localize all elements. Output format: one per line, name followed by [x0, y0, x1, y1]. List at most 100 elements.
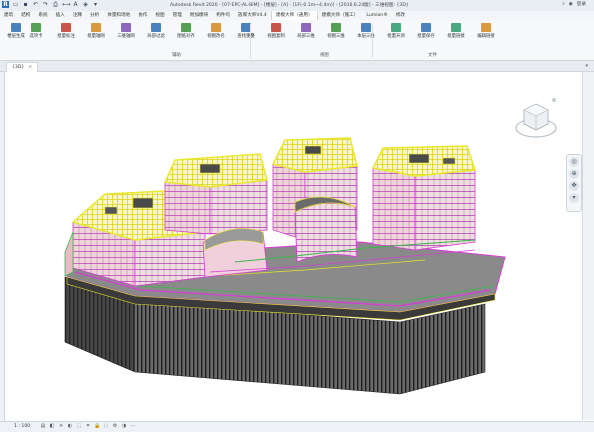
text-icon[interactable]: A — [72, 1, 79, 8]
ribbon-button-label: 图纸对齐 — [177, 34, 195, 39]
tab-3[interactable]: 插入 — [52, 11, 69, 20]
batch-save-button[interactable]: 批量保存 — [412, 23, 440, 45]
tab-16[interactable]: 修改 — [392, 11, 409, 20]
ribbon-button-label: 局部过滤 — [147, 34, 165, 39]
tab-11[interactable]: 构件坞 — [212, 11, 234, 20]
zoom-icon[interactable]: ⊕ — [569, 169, 579, 179]
tab-15[interactable]: Lumion® — [362, 11, 391, 20]
building-a-podium — [64, 231, 74, 277]
sheet-align-button[interactable]: 图纸对齐 — [172, 23, 200, 45]
undo-icon[interactable]: ↶ — [32, 1, 39, 8]
partial-3d-button[interactable]: 局部三维 — [292, 23, 320, 45]
user-icon[interactable]: ◉ — [569, 2, 573, 7]
lock-icon[interactable]: 🔒 — [94, 423, 100, 430]
close-icon[interactable]: × — [28, 65, 32, 70]
search-icon[interactable]: ⌕ — [562, 1, 565, 7]
batch-save-icon — [421, 23, 431, 32]
visual-style-icon[interactable]: ◧ — [49, 423, 55, 430]
viewcube[interactable] — [514, 98, 558, 144]
building-d-roof-equipment — [408, 153, 430, 164]
view-tab-3d[interactable]: {3D} × — [6, 62, 39, 72]
ribbon-button-label: 视图复制 — [267, 34, 285, 39]
batch-dimension-icon — [61, 23, 71, 32]
crop-icon[interactable]: ⌗ — [85, 423, 91, 430]
steering-wheel-icon[interactable]: ◎ — [569, 157, 579, 167]
viewcube-icon[interactable] — [514, 98, 558, 144]
local-filter-icon — [151, 23, 161, 32]
group-divider — [372, 24, 373, 58]
3d-view-icon[interactable]: ◈ — [82, 1, 89, 8]
redo-icon[interactable]: ↷ — [42, 1, 49, 8]
batch-opening-button[interactable]: 批量开洞 — [382, 23, 410, 45]
view-copy-icon — [271, 23, 281, 32]
view-rename-button[interactable]: 视图改名 — [202, 23, 230, 45]
tab-1[interactable]: 结构 — [17, 11, 34, 20]
building-c-roof-equipment — [304, 145, 322, 155]
tab-8[interactable]: 视图 — [151, 11, 168, 20]
3d-grid-icon — [121, 23, 131, 32]
detail-level-icon[interactable]: ▤ — [40, 423, 46, 430]
navigation-bar: ◎ ⊕ ✥ ▾ — [566, 154, 582, 212]
nav-menu-icon[interactable]: ▾ — [569, 193, 579, 203]
tab-9[interactable]: 管理 — [169, 11, 186, 20]
3d-viewport[interactable] — [5, 72, 581, 418]
tab-0[interactable]: 建筑 — [0, 11, 17, 20]
3d-grid-button[interactable]: 三维轴网 — [112, 23, 140, 45]
tab-14[interactable]: 建模大师（施工） — [318, 11, 363, 20]
sheet-align-icon — [181, 23, 191, 32]
edit-link-icon — [481, 23, 491, 32]
tab-6[interactable]: 体量和场地 — [103, 11, 134, 20]
render-icon[interactable]: ⬚ — [76, 423, 82, 430]
edit-link-button[interactable]: 编辑链接 — [472, 23, 500, 45]
find-overlap-button[interactable]: 查找重叠 — [232, 23, 260, 45]
reveal-icon[interactable]: ◑ — [121, 423, 127, 430]
batch-grid-button[interactable]: 批量轴网 — [82, 23, 110, 45]
tab-5[interactable]: 分析 — [86, 11, 103, 20]
revit-logo-icon[interactable]: R — [2, 1, 9, 8]
ribbon-button-label: 局部三维 — [297, 34, 315, 39]
floor-3d-button[interactable]: 本层三维 — [352, 23, 380, 45]
print-icon[interactable]: ⎙ — [52, 1, 59, 8]
ribbon-button-label: 三维轴网 — [117, 34, 135, 39]
right-scroll-area[interactable] — [582, 72, 594, 420]
option-card-button[interactable]: 选项卡 — [22, 23, 50, 45]
hide-icon[interactable]: ◌ — [103, 423, 109, 430]
batch-link-button[interactable]: 批量链接 — [442, 23, 470, 45]
ribbon-button-label: 本层三维 — [357, 34, 375, 39]
temp-properties-icon[interactable]: ⚙ — [112, 423, 118, 430]
floor-3d-icon — [361, 23, 371, 32]
view-scale[interactable]: 1 : 100 — [14, 423, 30, 431]
tab-12[interactable]: 族库大师V4.4 — [234, 11, 271, 20]
view-copy-button[interactable]: 视图复制 — [262, 23, 290, 45]
shadows-icon[interactable]: ◐ — [67, 423, 73, 430]
building-a-roof-equipment — [132, 197, 154, 209]
batch-opening-icon — [391, 23, 401, 32]
tab-13[interactable]: 建模大师（通用） — [270, 11, 318, 20]
tab-2[interactable]: 系统 — [34, 11, 51, 20]
tab-4[interactable]: 注释 — [69, 11, 86, 20]
measure-icon[interactable]: ⟷ — [62, 1, 71, 8]
save-icon[interactable]: ▪ — [22, 1, 29, 8]
open-icon[interactable]: ▭ — [12, 1, 19, 8]
view-tab-strip: {3D} × ▾ — [0, 61, 594, 72]
batch-dimension-button[interactable]: 批量标注 — [52, 23, 80, 45]
sign-in-label[interactable]: 登录 — [577, 1, 586, 7]
view-3d-button[interactable]: 视图三维 — [322, 23, 350, 45]
pan-icon[interactable]: ✥ — [569, 181, 579, 191]
local-filter-button[interactable]: 局部过滤 — [142, 23, 170, 45]
partial-3d-icon — [301, 23, 311, 32]
tab-7[interactable]: 协作 — [134, 11, 151, 20]
group-label-file: 文件 — [428, 53, 437, 58]
ribbon-button-label: 视图改名 — [207, 34, 225, 39]
building-model-drawing — [64, 137, 506, 395]
building-d-front — [372, 167, 416, 251]
tab-10[interactable]: 附加模块 — [186, 11, 212, 20]
more-icon[interactable]: ▾ — [92, 1, 99, 8]
ribbon-button-label: 选项卡 — [29, 34, 43, 39]
ribbon-button-label: 批量链接 — [447, 34, 465, 39]
title-right-area: ⌕ ◉ 登录 — [562, 1, 586, 8]
view-list-menu-icon[interactable]: ▾ — [585, 63, 588, 69]
analytical-icon[interactable]: ⋯ — [130, 423, 136, 430]
building-a-side — [134, 231, 206, 287]
sun-path-icon[interactable]: ☀ — [58, 423, 64, 430]
